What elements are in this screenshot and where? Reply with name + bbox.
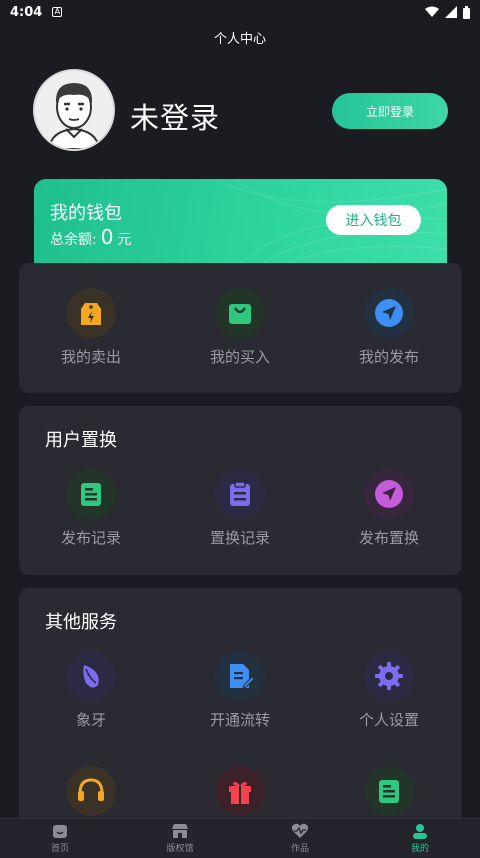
section-title: 用户置换 bbox=[45, 430, 117, 451]
section-title: 其他服务 bbox=[45, 612, 117, 633]
avatar[interactable] bbox=[33, 69, 115, 151]
grid-item-customer-service[interactable] bbox=[31, 766, 151, 816]
nav-home[interactable]: 首页 bbox=[0, 819, 120, 858]
grid-item-ivory[interactable]: 象牙 bbox=[31, 651, 151, 730]
battery-icon bbox=[463, 5, 470, 19]
document-icon bbox=[364, 766, 414, 816]
services-card: 其他服务 象牙 开通流转 个人设置 bbox=[19, 588, 462, 828]
send-arrow-icon bbox=[364, 469, 414, 519]
grid-item-gift[interactable] bbox=[180, 766, 300, 816]
orders-card: 我的卖出 我的买入 我的发布 bbox=[19, 263, 462, 393]
nav-works[interactable]: 作品 bbox=[240, 819, 360, 858]
edit-document-icon bbox=[215, 651, 265, 701]
document-icon bbox=[66, 469, 116, 519]
wifi-icon bbox=[425, 6, 439, 17]
balance-value: 0 bbox=[100, 225, 114, 249]
grid-label: 我的发布 bbox=[358, 348, 419, 366]
grid-label: 我的卖出 bbox=[60, 348, 121, 366]
nav-label: 作品 bbox=[290, 844, 309, 854]
status-bar: 4:04 A bbox=[0, 0, 480, 24]
bottom-nav: 首页 版权馆 作品 我的 bbox=[0, 818, 480, 858]
nav-label: 首页 bbox=[50, 844, 69, 854]
send-arrow-icon bbox=[364, 288, 414, 338]
signal-icon bbox=[445, 6, 457, 18]
grid-label: 个人设置 bbox=[358, 711, 419, 729]
grid-item-post-exchange[interactable]: 发布置换 bbox=[329, 469, 449, 548]
home-icon bbox=[53, 825, 67, 838]
grid-label: 开通流转 bbox=[209, 711, 270, 729]
balance-label: 总余额: bbox=[50, 232, 97, 248]
headset-icon bbox=[66, 766, 116, 816]
grid-label: 发布置换 bbox=[358, 529, 419, 547]
balance-unit: 元 bbox=[117, 232, 132, 248]
gear-icon bbox=[364, 651, 414, 701]
grid-item-post-records[interactable]: 发布记录 bbox=[31, 469, 151, 548]
status-icons bbox=[425, 5, 470, 19]
grid-label: 置换记录 bbox=[209, 529, 270, 547]
username: 未登录 bbox=[130, 101, 221, 135]
gift-icon bbox=[215, 766, 265, 816]
grid-item-open-circulation[interactable]: 开通流转 bbox=[180, 651, 300, 730]
price-tag-icon bbox=[66, 288, 116, 338]
nav-mine[interactable]: 我的 bbox=[360, 819, 480, 858]
clipboard-icon bbox=[215, 469, 265, 519]
leaf-icon bbox=[66, 651, 116, 701]
nav-label: 版权馆 bbox=[166, 844, 194, 854]
grid-label: 发布记录 bbox=[60, 529, 121, 547]
grid-item-my-sales[interactable]: 我的卖出 bbox=[31, 288, 151, 367]
user-icon bbox=[413, 824, 427, 839]
avatar-face-icon bbox=[35, 71, 113, 149]
heart-pulse-icon bbox=[291, 823, 309, 838]
shopping-bag-icon bbox=[215, 288, 265, 338]
store-icon bbox=[172, 824, 188, 838]
wallet-card[interactable]: 我的钱包 总余额: 0 元 进入钱包 bbox=[34, 179, 447, 269]
exchange-card: 用户置换 发布记录 置换记录 发布置换 bbox=[19, 406, 462, 575]
notification-icon: A bbox=[52, 7, 63, 17]
wallet-title: 我的钱包 bbox=[50, 203, 122, 224]
grid-label: 我的买入 bbox=[209, 348, 270, 366]
nav-label: 我的 bbox=[410, 844, 429, 854]
grid-item-exchange-records[interactable]: 置换记录 bbox=[180, 469, 300, 548]
login-button[interactable]: 立即登录 bbox=[332, 93, 448, 129]
status-time: 4:04 bbox=[10, 4, 43, 20]
grid-label: 象牙 bbox=[75, 711, 106, 729]
grid-item-my-purchases[interactable]: 我的买入 bbox=[180, 288, 300, 367]
wallet-balance: 总余额: 0 元 bbox=[50, 225, 131, 249]
grid-item-personal-settings[interactable]: 个人设置 bbox=[329, 651, 449, 730]
grid-item-records[interactable] bbox=[329, 766, 449, 816]
page-title: 个人中心 bbox=[213, 32, 266, 47]
nav-copyright-hall[interactable]: 版权馆 bbox=[120, 819, 240, 858]
enter-wallet-button[interactable]: 进入钱包 bbox=[326, 205, 421, 235]
grid-item-my-posts[interactable]: 我的发布 bbox=[329, 288, 449, 367]
